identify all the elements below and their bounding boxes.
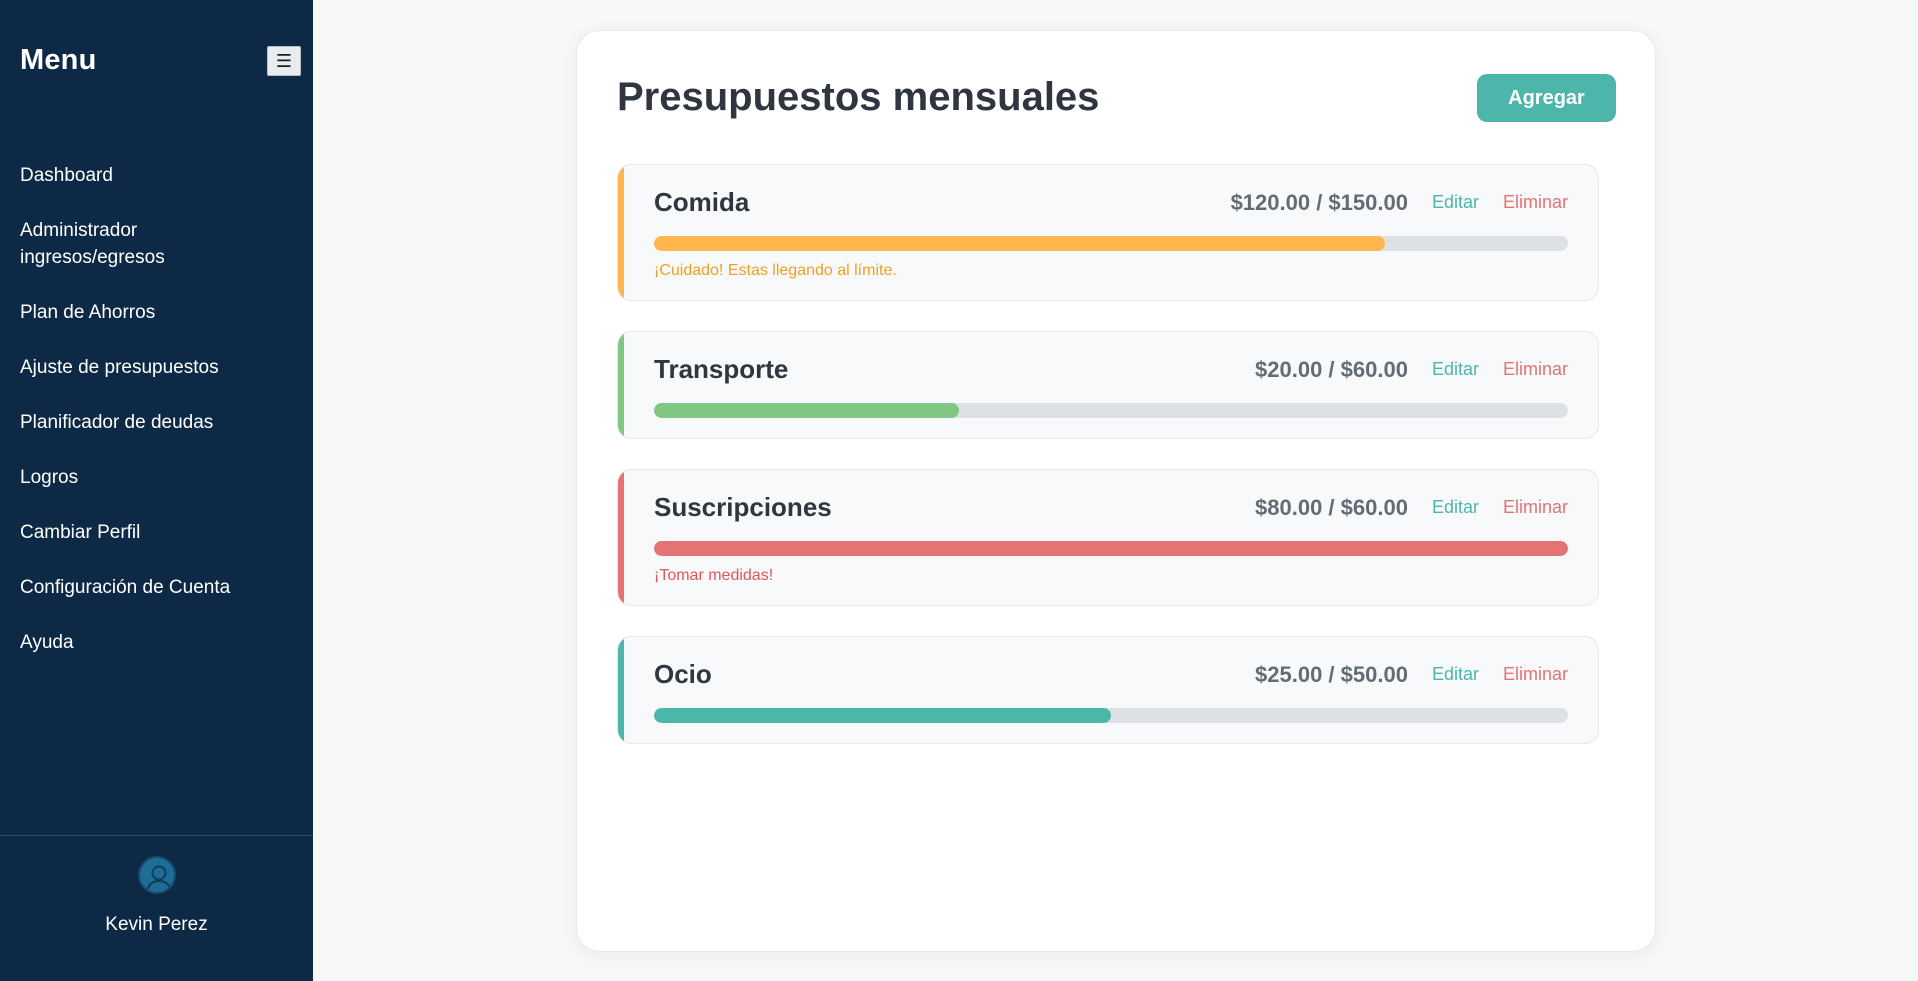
sidebar-item-ajuste-presupuestos[interactable]: Ajuste de presupuestos	[20, 354, 297, 381]
budget-progress-track	[654, 541, 1568, 556]
budget-list: Comida $120.00 / $150.00 Editar Eliminar…	[617, 164, 1599, 774]
user-icon[interactable]	[137, 856, 176, 894]
sidebar-item-cambiar-perfil[interactable]: Cambiar Perfil	[20, 519, 297, 546]
budget-progress-fill	[654, 236, 1386, 251]
budget-progress-fill	[654, 708, 1111, 723]
delete-button[interactable]: Eliminar	[1503, 664, 1568, 685]
budget-amount: $80.00 / $60.00	[1255, 494, 1408, 520]
sidebar-item-ayuda[interactable]: Ayuda	[20, 629, 297, 656]
budget-progress-track	[654, 403, 1568, 418]
budget-accent-bar	[618, 165, 624, 300]
budget-item-comida: Comida $120.00 / $150.00 Editar Eliminar…	[617, 164, 1599, 301]
sidebar-title: Menu	[20, 44, 97, 76]
budget-name: Suscripciones	[654, 492, 832, 522]
budget-name: Transporte	[654, 354, 789, 384]
edit-button[interactable]: Editar	[1432, 497, 1479, 518]
sidebar-header: Menu ☰	[20, 44, 301, 77]
edit-button[interactable]: Editar	[1432, 359, 1479, 380]
delete-button[interactable]: Eliminar	[1503, 497, 1568, 518]
budget-name: Comida	[654, 187, 750, 217]
add-budget-button[interactable]: Agregar	[1477, 74, 1616, 122]
budget-accent-bar	[618, 470, 624, 605]
budget-progress-fill	[654, 403, 959, 418]
sidebar-item-dashboard[interactable]: Dashboard	[20, 162, 297, 189]
sidebar-nav: Dashboard Administrador ingresos/egresos…	[20, 162, 297, 684]
user-name: Kevin Perez	[105, 914, 208, 935]
budget-amount: $20.00 / $60.00	[1255, 356, 1408, 382]
budget-progress-fill	[654, 541, 1568, 556]
sidebar-item-logros[interactable]: Logros	[20, 464, 297, 491]
sidebar-item-plan-ahorros[interactable]: Plan de Ahorros	[20, 299, 297, 326]
budget-warning: ¡Tomar medidas!	[654, 567, 774, 584]
budget-name: Ocio	[654, 659, 712, 689]
delete-button[interactable]: Eliminar	[1503, 359, 1568, 380]
budget-accent-bar	[618, 637, 624, 743]
budget-warning: ¡Cuidado! Estas llegando al límite.	[654, 262, 897, 279]
budget-amount: $120.00 / $150.00	[1230, 189, 1408, 215]
delete-button[interactable]: Eliminar	[1503, 192, 1568, 213]
sidebar-item-configuracion[interactable]: Configuración de Cuenta	[20, 574, 297, 601]
budgets-card: Presupuestos mensuales Agregar Comida $1…	[576, 30, 1656, 952]
page-title: Presupuestos mensuales	[617, 75, 1100, 119]
sidebar-footer: Kevin Perez	[0, 835, 313, 981]
hamburger-icon[interactable]: ☰	[267, 45, 301, 76]
edit-button[interactable]: Editar	[1432, 664, 1479, 685]
budget-progress-track	[654, 708, 1568, 723]
budget-amount: $25.00 / $50.00	[1255, 661, 1408, 687]
budget-item-ocio: Ocio $25.00 / $50.00 Editar Eliminar	[617, 636, 1599, 744]
sidebar-item-ingresos-egresos[interactable]: Administrador ingresos/egresos	[20, 217, 220, 271]
sidebar: Menu ☰ Dashboard Administrador ingresos/…	[0, 0, 313, 981]
edit-button[interactable]: Editar	[1432, 192, 1479, 213]
sidebar-item-planificador-deudas[interactable]: Planificador de deudas	[20, 409, 297, 436]
budget-accent-bar	[618, 332, 624, 438]
budget-item-transporte: Transporte $20.00 / $60.00 Editar Elimin…	[617, 331, 1599, 439]
budget-progress-track	[654, 236, 1568, 251]
budget-item-suscripciones: Suscripciones $80.00 / $60.00 Editar Eli…	[617, 469, 1599, 606]
